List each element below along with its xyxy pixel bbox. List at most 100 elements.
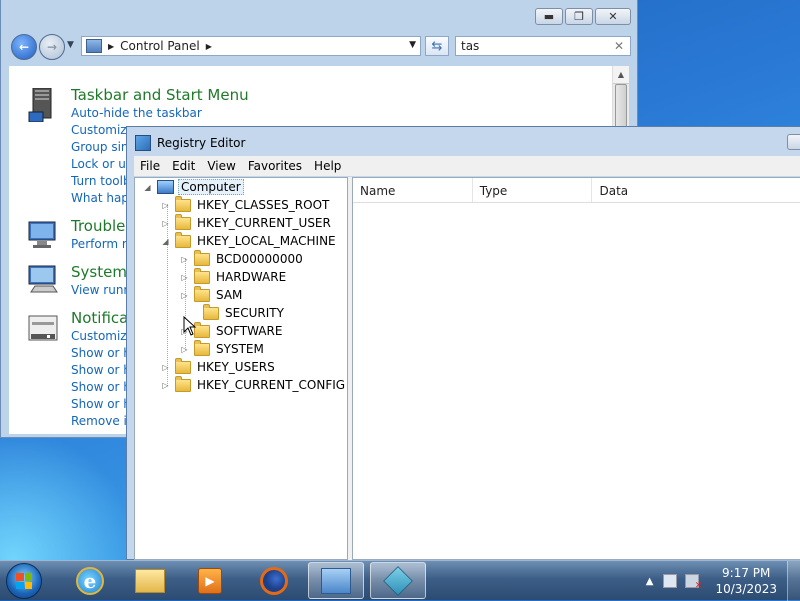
scroll-up-icon[interactable]: ▲: [613, 66, 629, 84]
show-hidden-icons-icon[interactable]: ▲: [646, 576, 654, 587]
expand-icon[interactable]: ▷: [180, 273, 189, 282]
minimize-button[interactable]: [787, 134, 800, 150]
expand-icon[interactable]: ▷: [180, 255, 189, 264]
tree-node-sam[interactable]: ▷ SAM: [180, 285, 242, 304]
taskbar: e ▶ ▲ 9:17 PM 10/3/2023: [0, 560, 800, 601]
scroll-thumb[interactable]: [615, 84, 627, 130]
menu-file[interactable]: File: [134, 159, 166, 173]
result-link[interactable]: Show or hi: [71, 380, 134, 394]
result-link[interactable]: View runni: [71, 283, 134, 297]
taskbar-control-panel[interactable]: [308, 562, 364, 599]
breadcrumb-separator-icon[interactable]: ▶: [108, 42, 114, 51]
expand-icon[interactable]: ▷: [180, 291, 189, 300]
tree-node-hkcr[interactable]: ▷ HKEY_CLASSES_ROOT: [161, 195, 329, 214]
refresh-button[interactable]: ⇆: [425, 36, 449, 56]
breadcrumb-control-panel[interactable]: Control Panel: [120, 39, 200, 53]
result-link[interactable]: Show or hi: [71, 363, 134, 377]
tree-node-label: HARDWARE: [216, 270, 287, 284]
result-link[interactable]: Perform re: [71, 237, 134, 251]
folder-icon: [194, 285, 210, 302]
taskbar-windows-explorer[interactable]: [122, 562, 178, 599]
mouse-cursor-icon: [183, 316, 197, 336]
window-title: Registry Editor: [157, 136, 246, 150]
result-link[interactable]: Customize: [71, 123, 134, 137]
menu-view[interactable]: View: [201, 159, 241, 173]
tree-node-system[interactable]: ▷ SYSTEM: [180, 339, 264, 358]
expand-icon[interactable]: ▷: [161, 219, 170, 228]
list-header: Name Type Data: [353, 178, 800, 203]
minimize-button[interactable]: ▬: [535, 8, 563, 25]
show-desktop-button[interactable]: [787, 561, 800, 601]
clear-search-icon[interactable]: ✕: [614, 39, 624, 53]
volume-muted-icon[interactable]: [685, 574, 702, 591]
tree-node-computer[interactable]: ◢ Computer: [143, 178, 244, 196]
expand-icon[interactable]: ▷: [161, 363, 170, 372]
result-link[interactable]: Customize: [71, 329, 134, 343]
collapse-icon[interactable]: ◢: [161, 237, 170, 246]
control-panel-icon: [86, 39, 102, 53]
taskbar-media-player[interactable]: ▶: [182, 562, 238, 599]
menu-favorites[interactable]: Favorites: [242, 159, 308, 173]
taskbar-internet-explorer[interactable]: e: [62, 562, 118, 599]
collapse-icon[interactable]: ◢: [143, 183, 152, 192]
title-bar[interactable]: Registry Editor: [135, 135, 245, 151]
tree-node-hku[interactable]: ▷ HKEY_USERS: [161, 357, 275, 376]
result-link[interactable]: Show or hi: [71, 397, 134, 411]
search-input[interactable]: tas ✕: [455, 36, 631, 56]
result-link[interactable]: Turn toolb: [71, 174, 131, 188]
column-type[interactable]: Type: [473, 178, 593, 202]
column-name[interactable]: Name: [353, 178, 473, 202]
menu-edit[interactable]: Edit: [166, 159, 201, 173]
expand-icon[interactable]: ▷: [180, 345, 189, 354]
tree-node-label: HKEY_CURRENT_CONFIG: [197, 378, 346, 392]
tree-node-hkcc[interactable]: ▷ HKEY_CURRENT_CONFIG: [161, 375, 346, 394]
registry-editor-window[interactable]: Registry Editor File Edit View Favorites…: [126, 126, 800, 560]
start-button[interactable]: [6, 563, 42, 599]
tree-node-bcd[interactable]: ▷ BCD00000000: [180, 249, 303, 268]
folder-icon: [175, 357, 191, 374]
close-button[interactable]: ✕: [595, 8, 631, 25]
tree-node-hkcu[interactable]: ▷ HKEY_CURRENT_USER: [161, 213, 331, 232]
expand-icon[interactable]: ▷: [161, 201, 170, 210]
tree-node-hklm[interactable]: ◢ HKEY_LOCAL_MACHINE: [161, 231, 336, 250]
section-title-system[interactable]: System: [71, 263, 127, 281]
folder-icon: [135, 568, 165, 593]
result-link[interactable]: Lock or un: [71, 157, 133, 171]
section-title-notification[interactable]: Notificat: [71, 309, 134, 327]
internet-explorer-icon: e: [76, 566, 104, 595]
registry-tree[interactable]: ◢ Computer ▷ HKEY_CLASSES_ROOT ▷ HKEY_CU…: [134, 177, 348, 560]
values-list[interactable]: Name Type Data: [352, 177, 800, 560]
address-bar[interactable]: ▶ Control Panel ▶ ▼: [81, 36, 421, 56]
folder-icon: [175, 195, 191, 212]
menu-help[interactable]: Help: [308, 159, 347, 173]
tree-node-label: SOFTWARE: [216, 324, 283, 338]
recent-pages-dropdown[interactable]: ▼: [67, 40, 74, 50]
tree-node-hardware[interactable]: ▷ HARDWARE: [180, 267, 287, 286]
taskbar-registry-editor[interactable]: [370, 562, 426, 599]
address-dropdown-icon[interactable]: ▼: [409, 40, 416, 50]
refresh-icon: ⇆: [431, 38, 443, 54]
search-value: tas: [461, 39, 480, 53]
expand-icon[interactable]: ▷: [161, 381, 170, 390]
taskbar-firefox[interactable]: [246, 562, 302, 599]
result-link[interactable]: Remove ic: [71, 414, 133, 428]
registry-editor-icon: [383, 565, 413, 596]
maximize-button[interactable]: ❐: [565, 8, 593, 25]
back-button[interactable]: ←: [11, 34, 37, 60]
clock-time: 9:17 PM: [722, 566, 771, 580]
forward-button[interactable]: →: [39, 34, 65, 60]
section-title-taskbar[interactable]: Taskbar and Start Menu: [71, 86, 249, 104]
breadcrumb-separator-icon[interactable]: ▶: [206, 42, 212, 51]
clock[interactable]: 9:17 PM 10/3/2023: [715, 565, 777, 597]
forward-arrow-icon: →: [46, 40, 58, 54]
notification-icon: [27, 314, 59, 346]
result-link[interactable]: Show or hi: [71, 346, 134, 360]
tree-node-label: SECURITY: [225, 306, 284, 320]
section-title-troubleshooting[interactable]: Troubles: [71, 217, 133, 235]
folder-icon: [203, 303, 219, 320]
result-link[interactable]: Auto-hide the taskbar: [71, 106, 202, 120]
network-icon[interactable]: [663, 574, 678, 588]
column-data[interactable]: Data: [592, 178, 800, 202]
back-arrow-icon: ←: [18, 40, 30, 54]
result-link[interactable]: Group sim: [71, 140, 133, 154]
